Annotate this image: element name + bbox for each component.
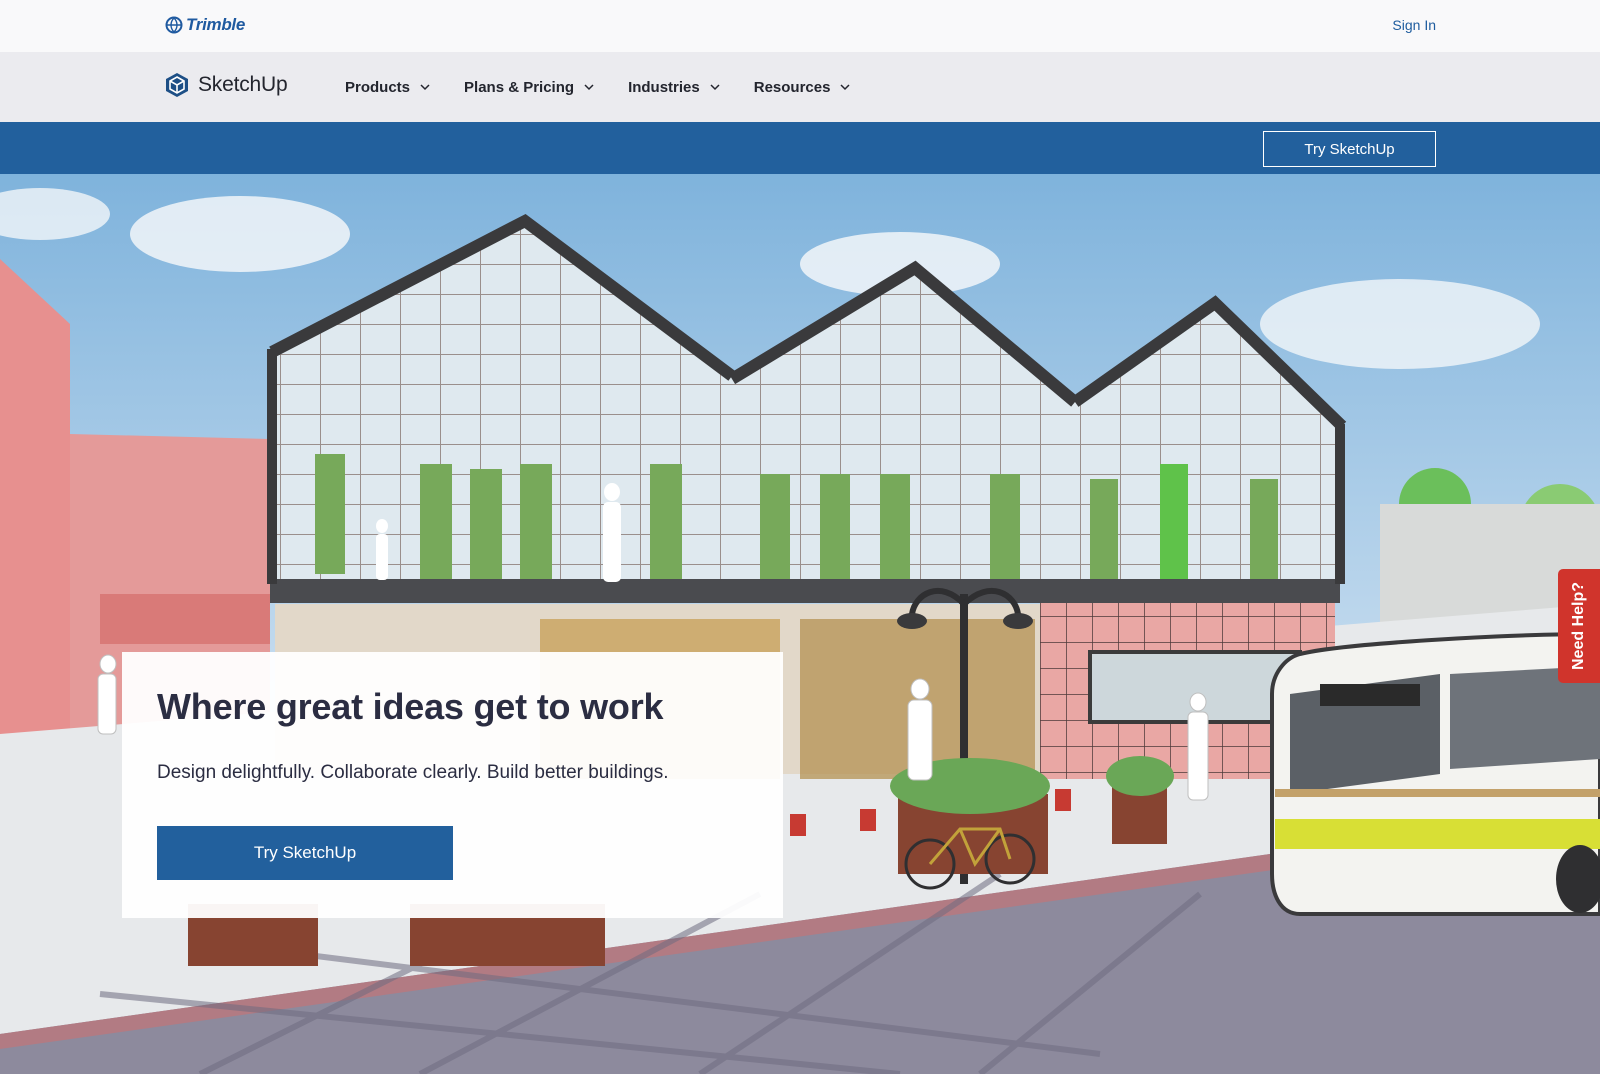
- hero-title: Where great ideas get to work: [157, 686, 664, 727]
- nav-item-label: Industries: [628, 78, 700, 96]
- greenhouse-illustration: [0, 174, 1600, 1074]
- nav-menu: Products Plans & Pricing Industries Reso…: [345, 52, 850, 122]
- sign-in-link[interactable]: Sign In: [1392, 17, 1436, 33]
- need-help-label: Need Help?: [1570, 581, 1588, 671]
- nav-item-industries[interactable]: Industries: [628, 79, 720, 96]
- nav-item-plans-pricing[interactable]: Plans & Pricing: [464, 79, 594, 96]
- cta-strip: Try SketchUp: [0, 122, 1600, 174]
- nav-item-resources[interactable]: Resources: [754, 79, 851, 96]
- trimble-wordmark: Trimble: [186, 15, 245, 34]
- nav-item-label: Resources: [753, 78, 831, 96]
- chevron-down-icon: [584, 84, 594, 91]
- trimble-globe-icon: [165, 16, 183, 34]
- trimble-logo[interactable]: Trimble: [165, 15, 245, 35]
- nav-item-label: Products: [345, 78, 411, 96]
- try-sketchup-hero-button[interactable]: Try SketchUp: [157, 826, 453, 880]
- main-nav: SketchUp Products Plans & Pricing Indust…: [0, 52, 1600, 122]
- sketchup-wordmark: SketchUp: [198, 73, 288, 96]
- hero-subtitle: Design delightfully. Collaborate clearly…: [157, 762, 669, 783]
- hero-card: Where great ideas get to work Design del…: [122, 652, 783, 918]
- chevron-down-icon: [420, 84, 430, 91]
- chevron-down-icon: [710, 84, 720, 91]
- try-sketchup-header-button[interactable]: Try SketchUp: [1263, 131, 1436, 167]
- need-help-tab[interactable]: Need Help?: [1558, 569, 1600, 683]
- sketchup-cube-icon: [166, 73, 188, 97]
- utility-bar: Trimble Sign In: [0, 0, 1600, 52]
- chevron-down-icon: [840, 84, 850, 91]
- nav-item-products[interactable]: Products: [345, 79, 430, 96]
- hero: Where great ideas get to work Design del…: [0, 174, 1600, 1074]
- sketchup-logo[interactable]: SketchUp: [164, 72, 288, 98]
- nav-item-label: Plans & Pricing: [464, 78, 575, 96]
